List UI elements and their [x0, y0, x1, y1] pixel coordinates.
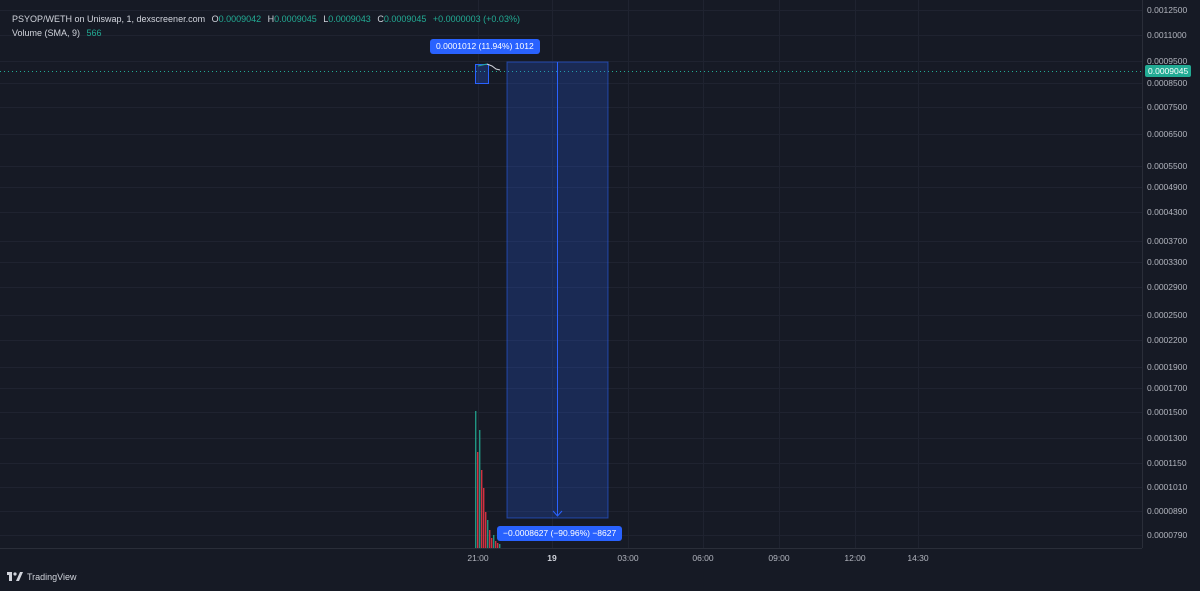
time-axis[interactable]: 21:00 19 03:00 06:00 09:00 12:00 14:30	[0, 548, 1142, 569]
current-price-badge: 0.0009045	[1145, 65, 1192, 77]
legend-volume-value: 566	[86, 28, 102, 38]
measure-top-label: 0.0001012 (11.94%) 1012	[430, 39, 540, 54]
price-tick-label: 0.0003700	[1147, 236, 1188, 246]
price-tick-label: 0.0002200	[1147, 335, 1188, 345]
price-tick-label: 0.0007500	[1147, 102, 1188, 112]
volume-bar	[493, 535, 495, 548]
volume-bar	[495, 541, 497, 548]
price-tick-label: 0.0001900	[1147, 362, 1188, 372]
tradingview-logo[interactable]: TradingView	[7, 572, 77, 582]
price-tick-label: 0.0003300	[1147, 257, 1188, 267]
legend-change: +0.0000003 (+0.03%)	[432, 14, 520, 24]
price-tick-label: 0.0000890	[1147, 506, 1188, 516]
legend-main-row: PSYOP/WETH on Uniswap, 1, dexscreener.co…	[12, 12, 520, 26]
legend-high-value: 0.0009045	[274, 14, 317, 24]
price-tick-label: 0.0004300	[1147, 207, 1188, 217]
price-tick-label: 0.0001700	[1147, 383, 1188, 393]
price-tick-label: 0.0001010	[1147, 482, 1188, 492]
volume-bar	[487, 520, 489, 548]
price-tick-label: 0.0000790	[1147, 530, 1188, 540]
price-axis[interactable]: 0.0009045 0.0012500 0.0011000 0.0009500 0.0…	[1142, 0, 1200, 548]
legend-volume-label[interactable]: Volume (SMA, 9)	[12, 28, 80, 38]
footer-bar: TradingView	[0, 568, 1200, 591]
time-tick-label: 19	[547, 553, 557, 563]
price-tick-label: 0.0012500	[1147, 5, 1188, 15]
time-tick-label: 03:00	[617, 553, 639, 563]
measure-bottom-label: −0.0008627 (−90.96%) −8627	[497, 526, 623, 541]
plot-area[interactable]	[0, 0, 1142, 548]
price-tick-label: 0.0011000	[1147, 30, 1187, 40]
legend-low-value: 0.0009043	[328, 14, 371, 24]
legend-close-value: 0.0009045	[383, 14, 427, 24]
chart-window[interactable]: PSYOP/WETH on Uniswap, 1, dexscreener.co…	[0, 0, 1200, 591]
time-tick-label: 06:00	[692, 553, 714, 563]
price-tick-label: 0.0008500	[1147, 78, 1188, 88]
chart-canvas[interactable]	[0, 0, 1142, 548]
tradingview-logo-icon	[7, 572, 23, 581]
legend-volume-row: Volume (SMA, 9) 566	[12, 26, 520, 40]
volume-bar	[483, 488, 485, 548]
volume-bar	[475, 411, 477, 548]
volume-bar	[489, 530, 491, 548]
price-tick-label: 0.0002900	[1147, 282, 1188, 292]
volume-bar	[491, 538, 493, 548]
volume-bar	[477, 452, 479, 548]
price-tick-label: 0.0001500	[1147, 407, 1188, 417]
time-tick-label: 09:00	[768, 553, 790, 563]
legend-symbol[interactable]: PSYOP/WETH on Uniswap, 1, dexscreener.co…	[12, 14, 205, 24]
legend-open-value: 0.0009042	[218, 14, 262, 24]
time-tick-label: 14:30	[907, 553, 929, 563]
time-tick-label: 21:00	[467, 553, 489, 563]
price-tick-label: 0.0001300	[1147, 433, 1188, 443]
chart-legend: PSYOP/WETH on Uniswap, 1, dexscreener.co…	[12, 12, 520, 40]
selection-box[interactable]	[475, 64, 489, 84]
tradingview-brand-text: TradingView	[27, 572, 77, 582]
price-tick-label: 0.0001150	[1147, 458, 1187, 468]
volume-bar	[485, 512, 487, 548]
volume-bar	[479, 430, 481, 548]
time-tick-label: 12:00	[844, 553, 866, 563]
price-tick-label: 0.0006500	[1147, 129, 1188, 139]
price-tick-label: 0.0009500	[1147, 56, 1188, 66]
price-tick-label: 0.0002500	[1147, 310, 1188, 320]
price-tick-label: 0.0004900	[1147, 182, 1188, 192]
volume-bar	[481, 470, 483, 548]
legend-open-label: O	[211, 14, 219, 24]
price-tick-label: 0.0005500	[1147, 161, 1188, 171]
